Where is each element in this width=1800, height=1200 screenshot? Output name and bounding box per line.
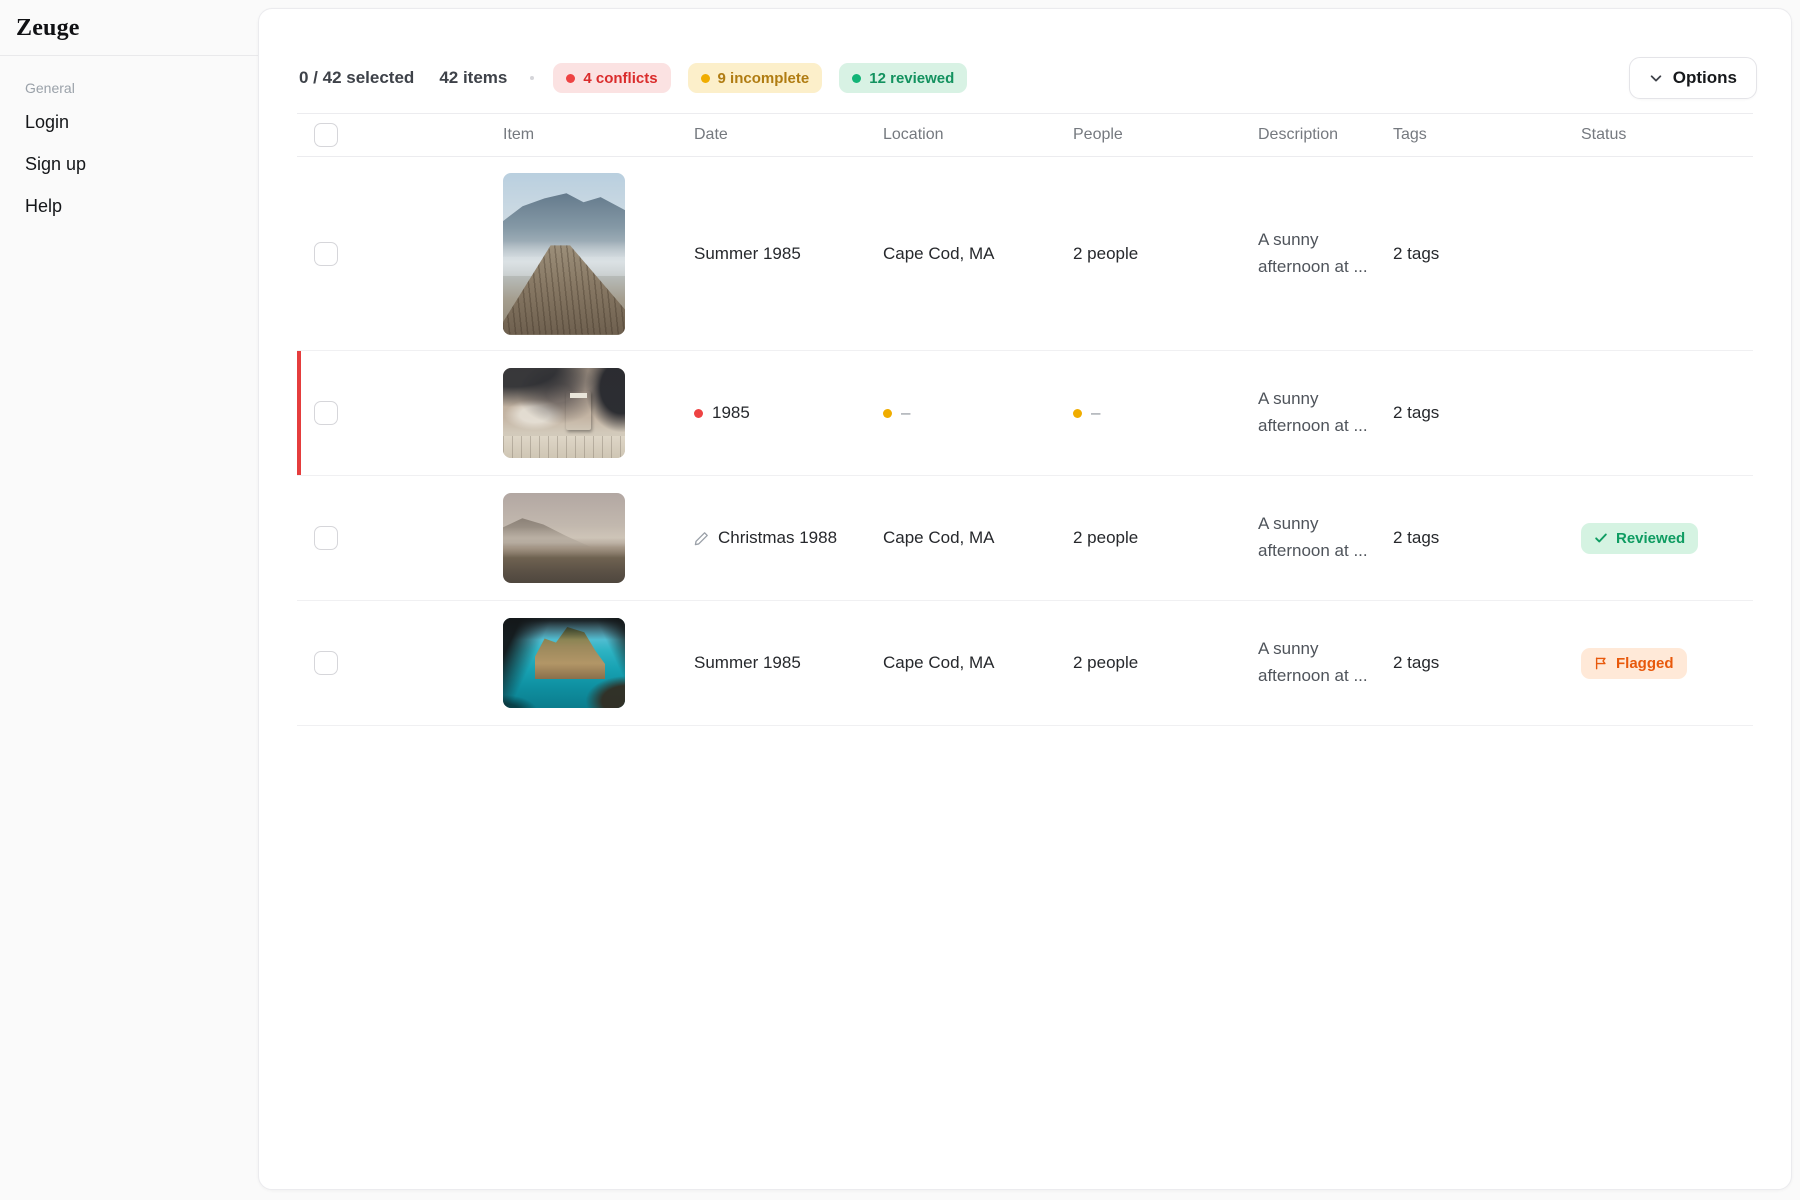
column-header-item: Item [503, 126, 535, 143]
location-cell: Cape Cod, MA [883, 528, 995, 547]
chevron-down-icon [1650, 75, 1662, 82]
date-cell: Summer 1985 [694, 653, 801, 672]
row-4-checkbox[interactable] [314, 651, 338, 675]
conflict-indicator-bar [297, 351, 301, 475]
people-cell: – [1073, 403, 1258, 423]
tags-cell: 2 tags [1393, 243, 1440, 263]
pencil-icon [694, 531, 708, 545]
flag-icon [1595, 657, 1606, 670]
description-cell: A sunny afternoon at ... [1258, 639, 1368, 685]
thumbnail-wooden-pier-lake-mountains [503, 172, 625, 335]
column-header-description: Description [1258, 126, 1339, 143]
yellow-dot-icon [700, 73, 710, 83]
incomplete-chip-label: 9 incomplete [717, 69, 810, 87]
status-cell: Flagged [1581, 647, 1755, 679]
column-header-status: Status [1581, 126, 1627, 143]
description-cell: A sunny afternoon at ... [1258, 389, 1368, 435]
thumbnail-foggy-hill-field [503, 493, 625, 583]
sidebar: Zeuge General Login Sign up Help [0, 0, 258, 1200]
green-dot-icon [852, 73, 862, 83]
column-header-people: People [1073, 126, 1123, 143]
tags-cell: 2 tags [1393, 528, 1440, 547]
conflicts-chip-label: 4 conflicts [583, 69, 658, 87]
date-cell: 1985 [694, 403, 883, 423]
table-row-1[interactable]: Summer 1985 Cape Cod, MA 2 people A sunn… [297, 157, 1753, 351]
row-2-checkbox[interactable] [314, 401, 338, 425]
status-cell: Reviewed [1581, 522, 1755, 554]
incomplete-filter-chip[interactable]: 9 incomplete [687, 63, 823, 93]
conflict-red-dot-icon [694, 408, 703, 418]
thumbnail-sea-cove-cliffs [503, 618, 625, 708]
row-1-checkbox[interactable] [314, 241, 338, 266]
conflicts-filter-chip[interactable]: 4 conflicts [553, 63, 671, 93]
thumbnail-red-postbox-on-wall [503, 368, 625, 458]
header-checkbox-cell [297, 123, 503, 147]
checkmark-icon [1595, 533, 1607, 543]
incomplete-yellow-dot-icon [1073, 408, 1082, 418]
description-cell: A sunny afternoon at ... [1258, 514, 1368, 560]
red-dot-icon [566, 73, 576, 83]
table-row-4[interactable]: Summer 1985 Cape Cod, MA 2 people A sunn… [297, 601, 1753, 726]
items-count: 42 items [439, 68, 508, 87]
sidebar-item-signup[interactable]: Sign up [25, 154, 233, 175]
separator-dot [530, 76, 535, 80]
tags-cell: 2 tags [1393, 403, 1440, 422]
people-cell: 2 people [1073, 528, 1139, 547]
incomplete-yellow-dot-icon [883, 408, 892, 418]
location-cell: Cape Cod, MA [883, 243, 995, 263]
column-header-tags: Tags [1393, 126, 1427, 143]
status-cell [1581, 245, 1755, 263]
options-button-label: Options [1672, 68, 1737, 87]
status-cell [1581, 404, 1755, 422]
sidebar-item-login[interactable]: Login [25, 112, 233, 133]
sidebar-item-help[interactable]: Help [25, 196, 233, 217]
reviewed-badge-label: Reviewed [1616, 529, 1686, 547]
flagged-badge-label: Flagged [1616, 654, 1674, 672]
options-button[interactable]: Options [1628, 57, 1757, 99]
select-all-checkbox[interactable] [314, 123, 338, 147]
table-header-row: Item Date Location People Description Ta… [297, 113, 1753, 157]
toolbar: 0 / 42 selected 42 items 4 conflicts 9 i… [259, 9, 1791, 113]
table-row-3[interactable]: Christmas 1988 Cape Cod, MA 2 people A s… [297, 476, 1753, 601]
sidebar-section-general: General [25, 80, 75, 96]
app-root: Zeuge General Login Sign up Help 0 / 42 … [0, 0, 1800, 1200]
table-row-2[interactable]: 1985 – – A sunny afternoon at ... 2 tags [297, 351, 1753, 476]
reviewed-status-badge: Reviewed [1581, 522, 1699, 554]
reviewed-chip-label: 12 reviewed [869, 69, 955, 87]
tags-cell: 2 tags [1393, 653, 1440, 672]
location-cell: Cape Cod, MA [883, 653, 995, 672]
date-cell-editable[interactable]: Christmas 1988 [694, 528, 883, 548]
column-header-date: Date [694, 126, 728, 143]
column-header-location: Location [883, 126, 944, 143]
location-cell: – [883, 403, 1073, 423]
reviewed-filter-chip[interactable]: 12 reviewed [839, 63, 968, 93]
items-table: Item Date Location People Description Ta… [297, 113, 1753, 726]
flagged-status-badge: Flagged [1581, 647, 1687, 679]
description-cell: A sunny afternoon at ... [1258, 229, 1368, 276]
date-cell: Summer 1985 [694, 243, 801, 263]
content-card: 0 / 42 selected 42 items 4 conflicts 9 i… [258, 8, 1792, 1190]
people-cell: 2 people [1073, 653, 1139, 672]
app-logo: Zeuge [16, 15, 80, 41]
selected-count: 0 / 42 selected [299, 68, 415, 87]
people-cell: 2 people [1073, 243, 1139, 263]
sidebar-nav: General Login Sign up Help [0, 56, 258, 262]
row-3-checkbox[interactable] [314, 526, 338, 550]
